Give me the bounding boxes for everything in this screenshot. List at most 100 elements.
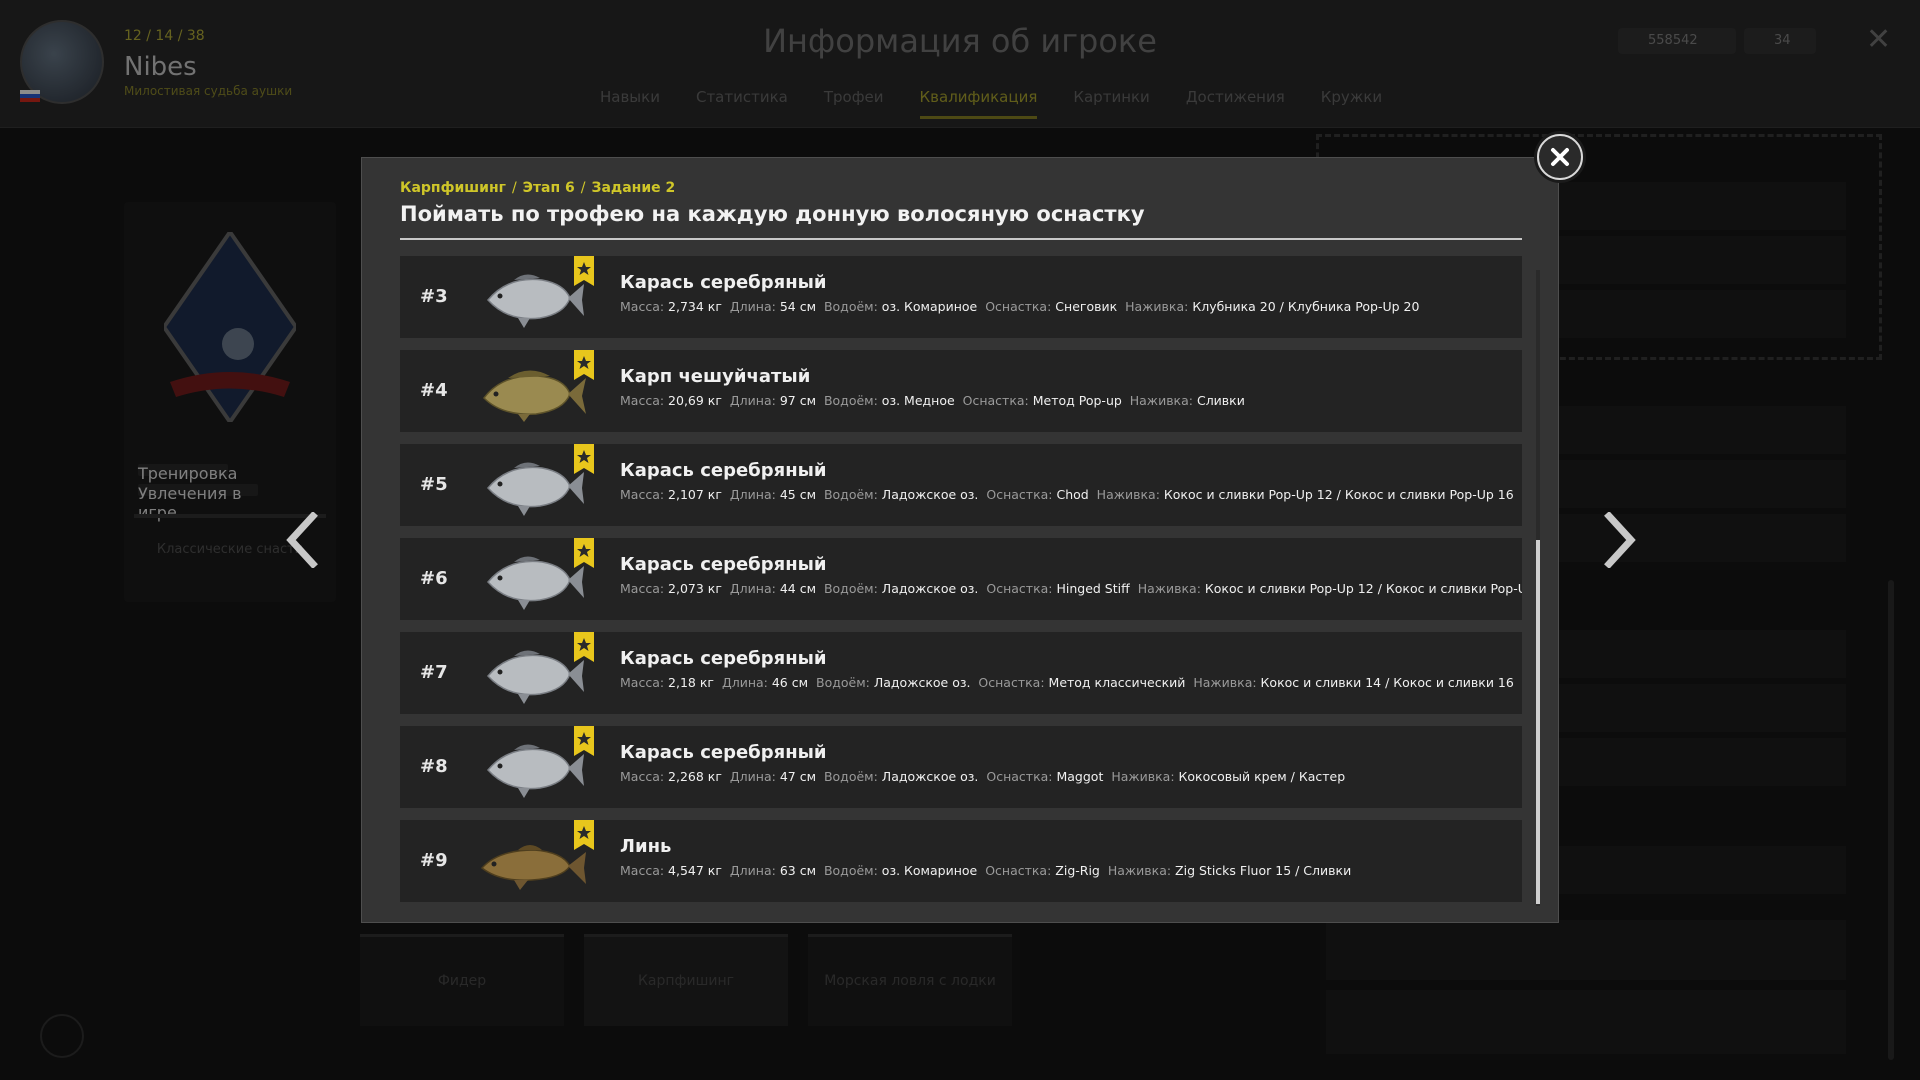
trophy-number: #8 [420, 756, 448, 777]
length-value: 97 см [779, 393, 816, 408]
length-value: 54 см [779, 299, 816, 314]
water-value: Ладожское оз. [881, 581, 979, 596]
bait-label: Наживка: [1125, 299, 1189, 314]
crucian-carp-icon [478, 458, 588, 516]
water-label: Водоём: [823, 393, 878, 408]
water-value: Ладожское оз. [881, 487, 979, 502]
trophy-star-icon [574, 726, 594, 756]
bait-value: Сливки [1196, 393, 1245, 408]
trophy-row[interactable]: #7 Карась серебряный Масса: 2,18 кг Длина:… [400, 632, 1522, 714]
length-label: Длина: [729, 487, 776, 502]
mass-label: Масса: [620, 769, 665, 784]
bait-label: Наживка: [1193, 675, 1257, 690]
trophy-row[interactable]: #6 Карась серебряный Масса: 2,073 кг Длина… [400, 538, 1522, 620]
trophy-star-icon [574, 820, 594, 850]
modal-close-button[interactable] [1537, 134, 1583, 180]
fish-name: Карась серебряный [620, 554, 827, 575]
water-value: Ладожское оз. [881, 769, 979, 784]
trophy-star-icon [574, 538, 594, 568]
scrollbar-thumb[interactable] [1536, 540, 1540, 904]
bait-value: Кокос и сливки Pop-Up 12 / Кокос и сливк… [1163, 487, 1514, 502]
trophy-star-icon [574, 444, 594, 474]
length-label: Длина: [729, 299, 776, 314]
crucian-carp-icon [478, 646, 588, 704]
water-label: Водоём: [816, 675, 870, 690]
bait-value: Кокос и сливки Pop-Up 12 / Кокос и сливк… [1204, 581, 1522, 596]
catch-details: Масса: 2,734 кг Длина: 54 см Водоём: оз.… [620, 299, 1419, 314]
mass-label: Масса: [620, 581, 665, 596]
length-value: 63 см [779, 863, 816, 878]
rig-value: Метод классический [1048, 675, 1186, 690]
mass-value: 2,18 кг [668, 675, 714, 690]
rig-value: Maggot [1056, 769, 1104, 784]
bait-label: Наживка: [1096, 487, 1160, 502]
breadcrumb: Карпфишинг / Этап 6 / Задание 2 [400, 180, 675, 196]
previous-arrow-icon[interactable] [282, 510, 322, 570]
trophy-row[interactable]: #9 Линь Масса: 4,547 кг Длина: 63 см Водоё… [400, 820, 1522, 902]
mass-label: Масса: [620, 863, 665, 878]
rig-value: Снеговик [1055, 299, 1118, 314]
mass-label: Масса: [620, 675, 665, 690]
water-label: Водоём: [823, 863, 878, 878]
mass-label: Масса: [620, 487, 665, 502]
task-title: Поймать по трофею на каждую донную волос… [400, 202, 1145, 226]
fish-name: Линь [620, 836, 672, 857]
water-value: Ладожское оз. [873, 675, 971, 690]
rig-value: Chod [1056, 487, 1089, 502]
rig-label: Оснастка: [985, 299, 1052, 314]
breadcrumb-separator: / [580, 180, 586, 196]
breadcrumb-stage[interactable]: Этап 6 [523, 180, 575, 196]
rig-value: Zig-Rig [1055, 863, 1100, 878]
catch-details: Масса: 20,69 кг Длина: 97 см Водоём: оз.… [620, 393, 1245, 408]
trophy-list[interactable]: #3 Карась серебряный Масса: 2,734 кг Длина… [400, 256, 1522, 906]
length-label: Длина: [729, 769, 776, 784]
bait-value: Кокос и сливки 14 / Кокос и сливки 16 [1260, 675, 1514, 690]
fish-name: Карп чешуйчатый [620, 366, 811, 387]
fish-name: Карась серебряный [620, 272, 827, 293]
bait-label: Наживка: [1137, 581, 1201, 596]
mass-value: 2,734 кг [668, 299, 722, 314]
length-label: Длина: [721, 675, 768, 690]
next-arrow-icon[interactable] [1600, 510, 1640, 570]
fish-name: Карась серебряный [620, 648, 827, 669]
tench-icon [478, 834, 588, 892]
mass-value: 2,107 кг [668, 487, 722, 502]
rig-label: Оснастка: [985, 863, 1052, 878]
bait-label: Наживка: [1107, 863, 1172, 878]
rig-label: Оснастка: [962, 393, 1029, 408]
catch-details: Масса: 2,268 кг Длина: 47 см Водоём: Лад… [620, 769, 1345, 784]
divider [400, 238, 1522, 240]
mass-value: 2,073 кг [668, 581, 722, 596]
bait-label: Наживка: [1129, 393, 1193, 408]
trophy-number: #4 [420, 380, 448, 401]
trophy-row[interactable]: #3 Карась серебряный Масса: 2,734 кг Длина… [400, 256, 1522, 338]
trophy-row[interactable]: #5 Карась серебряный Масса: 2,107 кг Длина… [400, 444, 1522, 526]
mass-label: Масса: [620, 299, 665, 314]
mass-value: 4,547 кг [668, 863, 722, 878]
water-label: Водоём: [823, 487, 878, 502]
trophy-row[interactable]: #4 Карп чешуйчатый Масса: 20,69 кг Длина: … [400, 350, 1522, 432]
trophy-row[interactable]: #8 Карась серебряный Масса: 2,268 кг Длина… [400, 726, 1522, 808]
trophy-number: #3 [420, 286, 448, 307]
trophy-star-icon [574, 350, 594, 380]
length-value: 47 см [779, 769, 816, 784]
bait-value: Кокосовый крем / Кастер [1178, 769, 1346, 784]
length-label: Длина: [729, 393, 776, 408]
mass-value: 20,69 кг [668, 393, 722, 408]
catch-details: Масса: 4,547 кг Длина: 63 см Водоём: оз.… [620, 863, 1351, 878]
trophy-list-modal: Карпфишинг / Этап 6 / Задание 2 Поймать … [361, 157, 1559, 923]
rig-value: Метод Pop-up [1032, 393, 1122, 408]
length-value: 46 см [771, 675, 809, 690]
fish-name: Карась серебряный [620, 742, 827, 763]
water-label: Водоём: [823, 769, 878, 784]
crucian-carp-icon [478, 270, 588, 328]
close-icon [1551, 148, 1569, 166]
crucian-carp-icon [478, 552, 588, 610]
length-label: Длина: [729, 581, 776, 596]
carp-icon [478, 364, 588, 422]
trophy-number: #6 [420, 568, 448, 589]
fish-name: Карась серебряный [620, 460, 827, 481]
breadcrumb-separator: / [511, 180, 517, 196]
breadcrumb-category[interactable]: Карпфишинг [400, 180, 506, 196]
water-value: оз. Комариное [881, 299, 978, 314]
